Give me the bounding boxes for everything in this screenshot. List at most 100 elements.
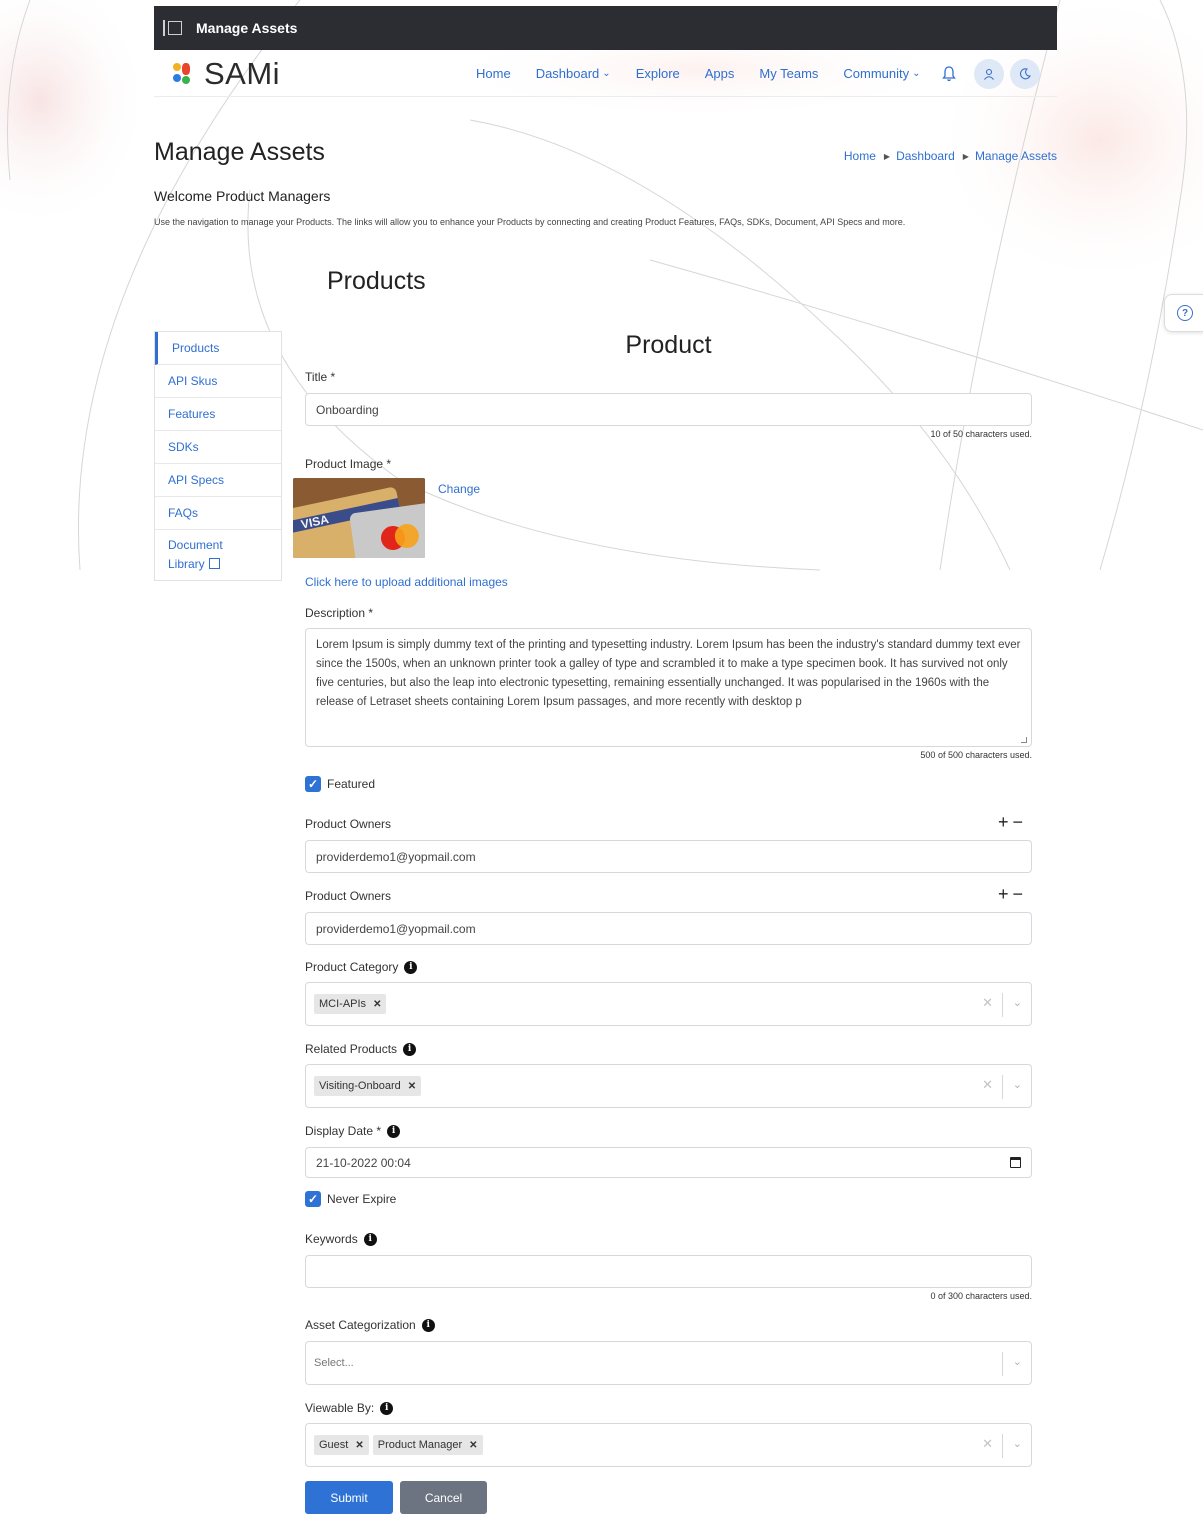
title-label: Title * (305, 370, 336, 384)
sidebar-toggle-icon[interactable] (163, 20, 182, 36)
select-divider (1002, 1075, 1003, 1099)
tag-label: Product Manager (377, 1439, 463, 1451)
caret-right-icon: ▶ (883, 151, 891, 161)
sidemenu-item-api-skus[interactable]: API Skus (155, 365, 281, 398)
remove-tag-icon[interactable]: ✕ (373, 999, 381, 1010)
resize-handle-icon[interactable] (1021, 737, 1027, 743)
info-icon[interactable]: i (387, 1124, 401, 1138)
nav-explore[interactable]: Explore (636, 66, 680, 81)
owner-add-remove: +− (998, 884, 1027, 905)
info-icon[interactable]: i (421, 1318, 435, 1332)
chevron-down-icon[interactable]: ⌄ (1013, 1437, 1022, 1450)
nav-dashboard[interactable]: Dashboard ⌄ (536, 66, 611, 81)
asset-categorization-select[interactable]: Select... ⌄ (305, 1341, 1032, 1385)
featured-label: Featured (327, 777, 376, 791)
related-products-label: Related Products i (305, 1042, 417, 1056)
sidemenu-item-features[interactable]: Features (155, 398, 281, 431)
keywords-input[interactable] (305, 1255, 1032, 1288)
upload-images-link[interactable]: Click here to upload additional images (305, 575, 508, 589)
select-divider (1002, 1434, 1003, 1458)
chevron-down-icon[interactable]: ⌄ (1013, 1355, 1022, 1368)
calendar-icon[interactable] (1010, 1157, 1021, 1168)
breadcrumb-dashboard[interactable]: Dashboard (896, 149, 955, 163)
clear-icon[interactable]: ✕ (982, 1077, 993, 1093)
remove-tag-icon[interactable]: ✕ (408, 1081, 416, 1092)
clear-icon[interactable]: ✕ (982, 995, 993, 1011)
nav-community[interactable]: Community ⌄ (843, 66, 920, 81)
sidemenu-label: Products (172, 341, 220, 355)
product-category-select[interactable]: MCI-APIs ✕ ✕ ⌄ (305, 982, 1032, 1026)
remove-tag-icon[interactable]: ✕ (469, 1440, 477, 1451)
sidemenu-item-document-library[interactable]: Document Library (155, 530, 281, 580)
nav-icons (936, 59, 1040, 89)
moon-icon[interactable] (1010, 59, 1040, 89)
chevron-down-icon: ⌄ (912, 68, 921, 79)
sami-logo[interactable]: SAMi (170, 56, 280, 92)
nav-my-teams-label: My Teams (759, 66, 819, 81)
title-input[interactable]: Onboarding (305, 393, 1032, 426)
product-image-label: Product Image * (305, 457, 392, 471)
title-char-count: 10 of 50 characters used. (930, 429, 1032, 439)
description-value: Lorem Ipsum is simply dummy text of the … (316, 639, 1021, 708)
breadcrumb: Home ▶ Dashboard ▶ Manage Assets (844, 149, 1057, 163)
sidemenu-item-products[interactable]: Products (155, 332, 281, 365)
featured-checkbox-row[interactable]: ✓ Featured (305, 776, 375, 792)
viewable-by-label: Viewable By: i (305, 1401, 394, 1415)
viewable-by-label-text: Viewable By: (305, 1401, 375, 1415)
never-expire-checkbox-row[interactable]: ✓ Never Expire (305, 1191, 396, 1207)
plus-icon[interactable]: + (998, 884, 1013, 904)
tag-label: Visiting-Onboard (319, 1080, 401, 1092)
page-title: Manage Assets (154, 138, 325, 166)
viewable-by-select[interactable]: Guest ✕ Product Manager ✕ ✕ ⌄ (305, 1423, 1032, 1467)
sidemenu-item-sdks[interactable]: SDKs (155, 431, 281, 464)
description-textarea[interactable]: Lorem Ipsum is simply dummy text of the … (305, 628, 1032, 747)
nav-home[interactable]: Home (476, 66, 511, 81)
checkbox-icon[interactable]: ✓ (305, 776, 321, 792)
product-owner-input[interactable]: providerdemo1@yopmail.com (305, 840, 1032, 873)
info-icon[interactable]: i (404, 960, 418, 974)
chevron-down-icon[interactable]: ⌄ (1013, 996, 1022, 1009)
nav-my-teams[interactable]: My Teams (759, 66, 818, 81)
cancel-button[interactable]: Cancel (400, 1481, 487, 1514)
submit-button[interactable]: Submit (305, 1481, 393, 1514)
product-owner-value: providerdemo1@yopmail.com (316, 921, 476, 936)
checkbox-icon[interactable]: ✓ (305, 1191, 321, 1207)
sidemenu-item-api-specs[interactable]: API Specs (155, 464, 281, 497)
info-icon[interactable]: i (403, 1042, 417, 1056)
info-icon[interactable]: i (380, 1401, 394, 1415)
product-owner-input[interactable]: providerdemo1@yopmail.com (305, 912, 1032, 945)
product-image: VISA (293, 478, 425, 558)
admin-bar-title: Manage Assets (196, 20, 298, 36)
admin-bar: Manage Assets (154, 6, 1057, 50)
asset-categorization-label: Asset Categorization i (305, 1318, 435, 1332)
nav-apps[interactable]: Apps (705, 66, 735, 81)
viewable-tag: Guest ✕ (314, 1435, 369, 1455)
select-divider (1002, 993, 1003, 1017)
category-tag: MCI-APIs ✕ (314, 994, 387, 1014)
info-icon[interactable]: i (363, 1232, 377, 1246)
minus-icon[interactable]: − (1013, 884, 1028, 904)
sidemenu-item-faqs[interactable]: FAQs (155, 497, 281, 530)
viewable-tag: Product Manager ✕ (372, 1435, 483, 1455)
plus-icon[interactable]: + (998, 812, 1013, 832)
chevron-down-icon[interactable]: ⌄ (1013, 1078, 1022, 1091)
document-library-line2: Library (168, 557, 205, 571)
breadcrumb-manage-assets[interactable]: Manage Assets (975, 149, 1057, 163)
remove-tag-icon[interactable]: ✕ (355, 1440, 363, 1451)
clear-icon[interactable]: ✕ (982, 1436, 993, 1452)
related-tag: Visiting-Onboard ✕ (314, 1076, 422, 1096)
breadcrumb-home[interactable]: Home (844, 149, 876, 163)
user-icon[interactable] (974, 59, 1004, 89)
logo-mark-icon (170, 61, 192, 87)
change-image-link[interactable]: Change (438, 482, 480, 496)
product-category-label: Product Category i (305, 960, 418, 974)
bell-icon[interactable] (936, 61, 962, 87)
minus-icon[interactable]: − (1013, 812, 1028, 832)
help-tab[interactable]: ? (1164, 294, 1203, 332)
tag-label: Guest (319, 1439, 349, 1451)
display-date-input[interactable]: 21-10-2022 00:04 (305, 1147, 1032, 1178)
welcome-heading: Welcome Product Managers (154, 188, 331, 204)
description-label: Description * (305, 606, 374, 620)
document-library-line1: Document (168, 538, 223, 552)
related-products-select[interactable]: Visiting-Onboard ✕ ✕ ⌄ (305, 1064, 1032, 1108)
